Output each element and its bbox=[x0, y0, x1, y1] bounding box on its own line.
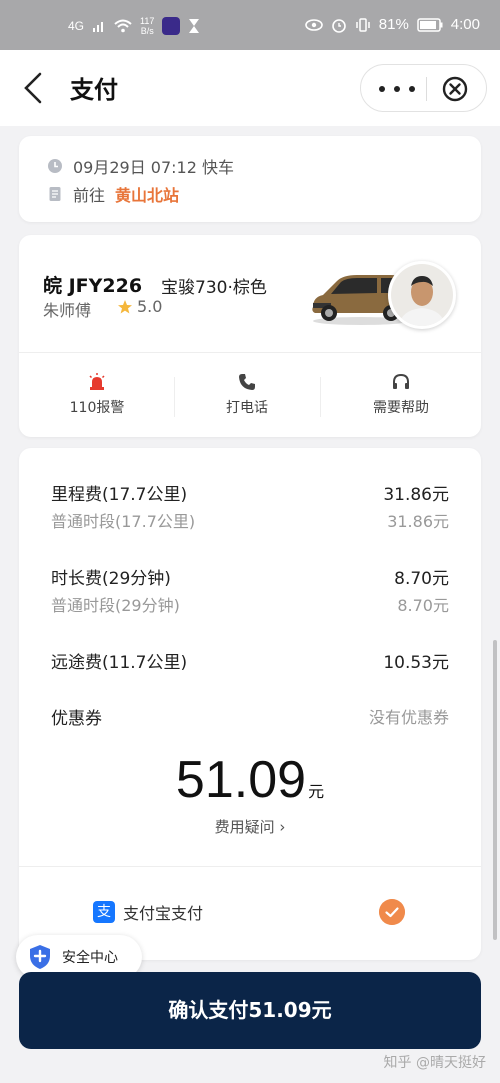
battery-percent: 81% bbox=[378, 16, 409, 33]
more-dots-icon[interactable] bbox=[379, 75, 415, 103]
vibrate-icon bbox=[356, 17, 370, 32]
driver-avatar bbox=[388, 261, 456, 329]
total-amount: 51.09 元 bbox=[19, 750, 481, 810]
car-model: 宝骏730·棕色 bbox=[161, 278, 267, 298]
headset-icon bbox=[393, 373, 409, 389]
confirm-payment-button[interactable]: 确认支付51.09元 bbox=[19, 972, 481, 1049]
nav-bar: 支付 bbox=[0, 50, 500, 126]
duration-sub-label: 普通时段(29分钟) bbox=[51, 596, 180, 615]
alipay-icon: 支 bbox=[93, 901, 115, 923]
license-plate: 皖 JFY226 bbox=[43, 275, 143, 297]
network-type: 4G bbox=[68, 19, 85, 33]
document-icon bbox=[49, 187, 61, 201]
signal-icon bbox=[93, 22, 104, 32]
need-help-button[interactable]: 需要帮助 bbox=[326, 373, 476, 417]
safety-center-label: 安全中心 bbox=[62, 950, 118, 966]
back-chevron-icon[interactable] bbox=[20, 70, 50, 106]
call-driver-label: 打电话 bbox=[226, 400, 268, 416]
page-title: 支付 bbox=[70, 76, 118, 104]
driver-rating: 5.0 bbox=[117, 297, 162, 316]
clock-icon bbox=[48, 159, 62, 173]
check-icon[interactable] bbox=[379, 899, 405, 925]
app-icon bbox=[162, 17, 181, 35]
eye-icon bbox=[304, 18, 323, 31]
mini-program-capsule bbox=[360, 64, 487, 112]
fee-doubt-link[interactable]: 费用疑问 › bbox=[19, 816, 481, 837]
alarm-icon bbox=[331, 18, 346, 33]
mileage-sub-label: 普通时段(17.7公里) bbox=[51, 512, 196, 531]
destination-prefix: 前往 bbox=[73, 186, 106, 205]
battery-icon bbox=[417, 17, 443, 32]
driver-card: 皖 JFY226 宝骏730·棕色 朱师傅 5.0 110报警 打电话 需要帮助 bbox=[19, 235, 481, 437]
payment-method-label: 支付宝支付 bbox=[123, 904, 204, 923]
total-number: 51.09 bbox=[175, 751, 307, 809]
shield-icon bbox=[30, 945, 50, 969]
destination-name: 黄山北站 bbox=[115, 186, 180, 205]
payment-method-alipay[interactable]: 支 支付宝支付 bbox=[93, 900, 203, 924]
mileage-sub-value: 31.86元 bbox=[387, 512, 449, 531]
trip-datetime-type: 09月29日 07:12 快车 bbox=[73, 158, 235, 177]
capsule-divider bbox=[426, 77, 427, 101]
trip-info-card: 09月29日 07:12 快车 前往 黄山北站 bbox=[19, 136, 481, 222]
long-distance-fee-label: 远途费(11.7公里) bbox=[51, 653, 188, 673]
driver-name: 朱师傅 bbox=[43, 301, 92, 320]
network-speed: 117 B/s bbox=[140, 16, 155, 36]
mileage-fee-label: 里程费(17.7公里) bbox=[51, 485, 188, 505]
star-icon bbox=[118, 299, 132, 313]
fee-detail-card: 里程费(17.7公里) 31.86元 普通时段(17.7公里) 31.86元 时… bbox=[19, 448, 481, 960]
duration-fee-value: 8.70元 bbox=[394, 569, 449, 589]
long-distance-fee-value: 10.53元 bbox=[383, 653, 449, 673]
need-help-label: 需要帮助 bbox=[373, 400, 429, 416]
wifi-icon bbox=[114, 19, 132, 33]
scrollbar[interactable] bbox=[493, 640, 497, 940]
call-police-button[interactable]: 110报警 bbox=[22, 373, 172, 417]
duration-sub-value: 8.70元 bbox=[397, 596, 449, 615]
call-driver-button[interactable]: 打电话 bbox=[172, 373, 322, 417]
mileage-fee-value: 31.86元 bbox=[383, 485, 449, 505]
coupon-value[interactable]: 没有优惠券 bbox=[369, 704, 449, 728]
rating-value: 5.0 bbox=[137, 297, 163, 316]
trip-destination-row: 前往 黄山北站 bbox=[47, 182, 179, 206]
total-unit: 元 bbox=[308, 782, 325, 801]
divider bbox=[19, 866, 481, 867]
duration-fee-label: 时长费(29分钟) bbox=[51, 569, 171, 589]
close-circle-icon[interactable] bbox=[441, 75, 469, 103]
clock: 4:00 bbox=[450, 16, 480, 33]
coupon-label: 优惠券 bbox=[51, 709, 102, 729]
alarm-siren-icon bbox=[89, 373, 105, 390]
divider bbox=[320, 377, 321, 417]
phone-icon bbox=[239, 374, 255, 390]
trip-time-row: 09月29日 07:12 快车 bbox=[47, 154, 234, 178]
divider bbox=[19, 352, 481, 353]
watermark-text: 知乎 @晴天挺好 bbox=[383, 1055, 486, 1071]
call-police-label: 110报警 bbox=[69, 400, 125, 416]
hourglass-icon bbox=[189, 19, 200, 33]
status-bar: 4G 117 B/s 81% 4:00 bbox=[0, 0, 500, 50]
